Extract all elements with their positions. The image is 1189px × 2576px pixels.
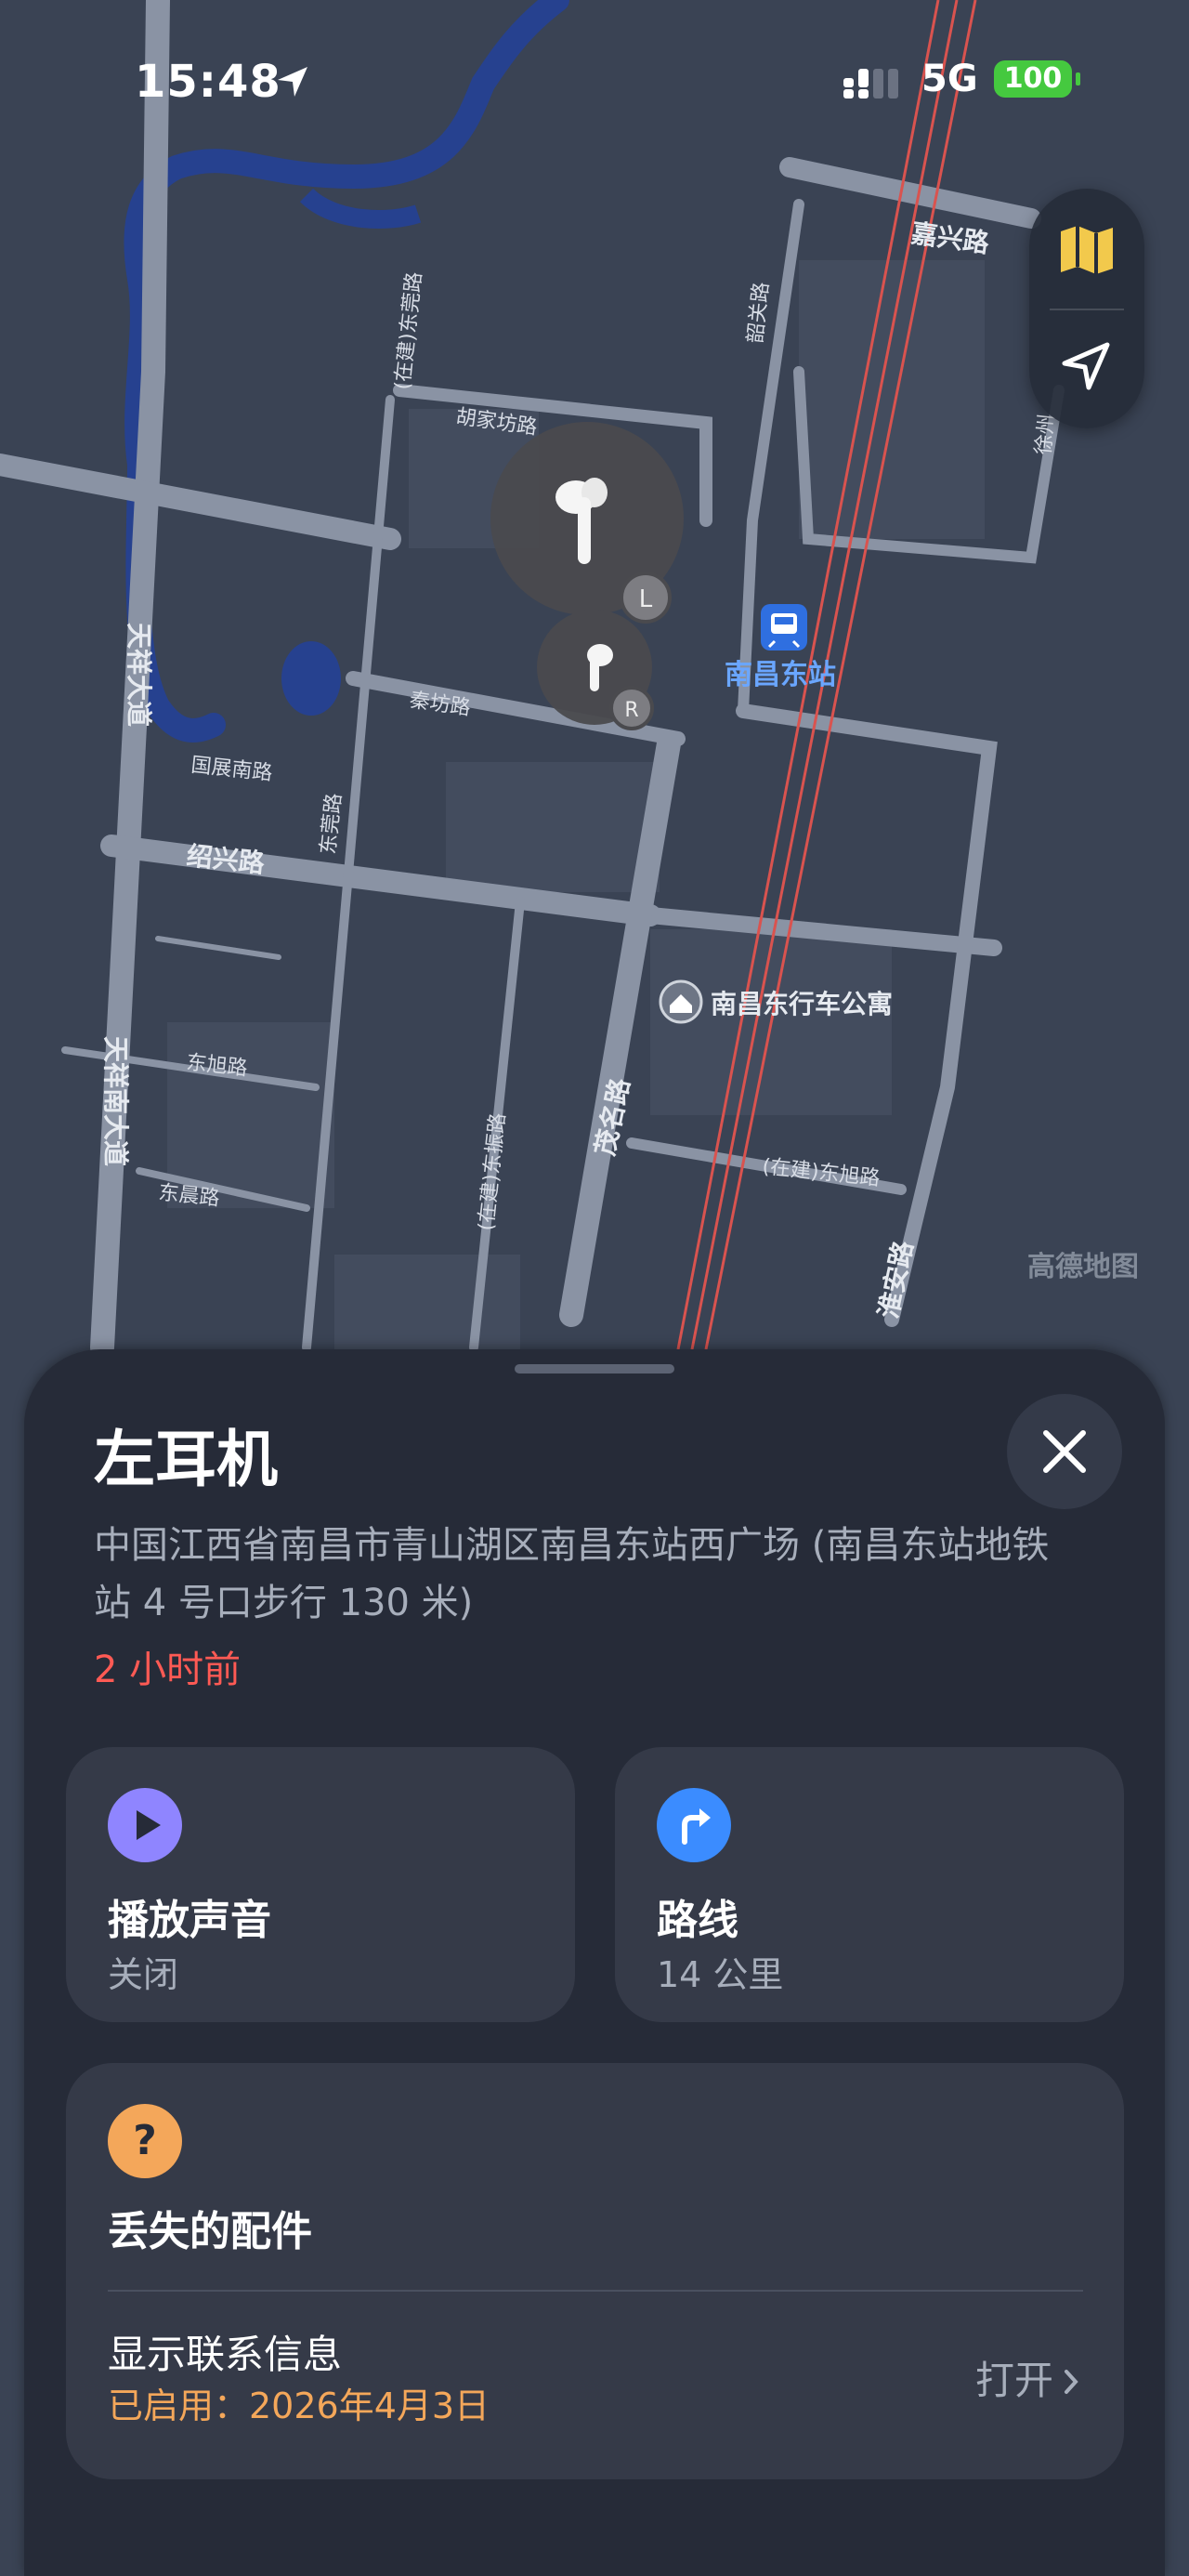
directions-button[interactable]: 路线 14 公里 bbox=[615, 1747, 1124, 2022]
apartment-label: 南昌东行车公寓 bbox=[711, 989, 893, 1019]
control-divider bbox=[1050, 309, 1124, 310]
play-sound-status: 关闭 bbox=[108, 1954, 179, 1995]
show-contact-label: 显示联系信息 bbox=[108, 2332, 343, 2377]
status-time: 15:48 bbox=[135, 56, 281, 108]
right-badge: R bbox=[624, 699, 638, 722]
station-label: 南昌东站 bbox=[725, 659, 836, 691]
chevron-right-icon bbox=[1065, 2370, 1078, 2394]
location-arrow-icon bbox=[278, 67, 307, 97]
play-icon bbox=[108, 1788, 182, 1862]
directions-label: 路线 bbox=[657, 1897, 738, 1944]
map-watermark: 高德地图 bbox=[1027, 1251, 1139, 1283]
sheet-grabber[interactable] bbox=[515, 1364, 674, 1373]
road-label-tianxiang: 天祥大道 bbox=[124, 623, 154, 727]
svg-text:?: ? bbox=[133, 2117, 157, 2164]
sheet-title: 左耳机 bbox=[94, 1424, 278, 1495]
map-icon[interactable] bbox=[1050, 213, 1124, 287]
map-controls bbox=[1029, 189, 1144, 428]
play-sound-label: 播放声音 bbox=[108, 1897, 271, 1944]
detail-sheet: 左耳机 中国江西省南昌市青山湖区南昌东站西广场 (南昌东站地铁站 4 号口步行 … bbox=[24, 1349, 1165, 2576]
lost-accessory-label: 丢失的配件 bbox=[108, 2208, 312, 2255]
close-icon bbox=[1043, 1430, 1086, 1473]
question-icon: ? bbox=[108, 2104, 182, 2178]
play-sound-button[interactable]: 播放声音 关闭 bbox=[66, 1747, 575, 2022]
left-badge: L bbox=[639, 585, 653, 613]
directions-distance: 14 公里 bbox=[657, 1954, 784, 1995]
status-bar: 15:48 5G 100 bbox=[0, 56, 1189, 121]
battery-tip bbox=[1076, 72, 1080, 85]
close-button[interactable] bbox=[1007, 1394, 1122, 1509]
card-divider bbox=[108, 2290, 1083, 2292]
open-label: 打开 bbox=[974, 2358, 1053, 2403]
signal-icon bbox=[843, 69, 898, 99]
road-label-tianxiang-south: 天祥南大道 bbox=[100, 1036, 131, 1166]
battery-indicator: 100 bbox=[994, 60, 1072, 98]
lost-accessory-card: ? 丢失的配件 显示联系信息 已启用：2026年4月3日 打开 bbox=[66, 2063, 1124, 2479]
locate-icon[interactable] bbox=[1050, 330, 1124, 404]
contact-enabled-date: 已启用：2026年4月3日 bbox=[108, 2385, 490, 2426]
address-text: 中国江西省南昌市青山湖区南昌东站西广场 (南昌东站地铁站 4 号口步行 130 … bbox=[94, 1524, 1050, 1624]
route-arrow-icon bbox=[657, 1788, 731, 1862]
open-contact-button[interactable]: 打开 bbox=[975, 2349, 1085, 2406]
network-label: 5G bbox=[921, 58, 978, 100]
last-seen-time: 2 小时前 bbox=[94, 1649, 242, 1691]
